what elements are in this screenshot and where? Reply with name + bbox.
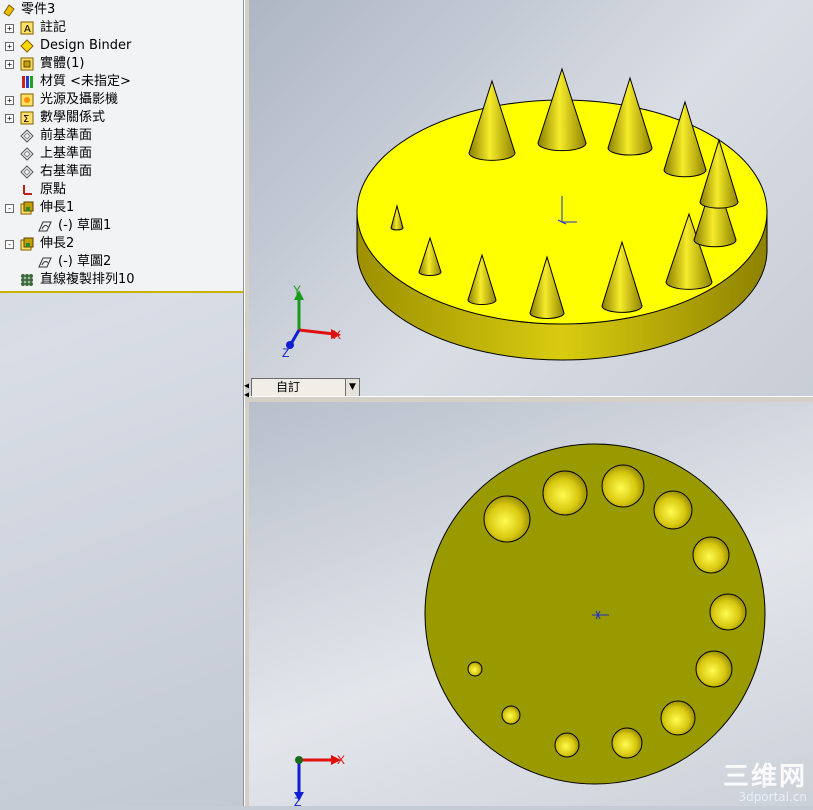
plane-icon bbox=[20, 165, 34, 179]
view-triad: Y X Z bbox=[282, 283, 341, 360]
bottom-view-model: X Z bbox=[294, 443, 766, 809]
design-binder-icon bbox=[20, 39, 34, 53]
cone-base bbox=[660, 700, 696, 736]
sketch-icon bbox=[38, 219, 52, 233]
plane-icon bbox=[20, 147, 34, 161]
tree-item[interactable]: 零件3 bbox=[0, 1, 240, 19]
tree-item[interactable]: (-) 草圖1 bbox=[0, 217, 240, 235]
tree-item[interactable]: 直線複製排列10 bbox=[0, 271, 240, 289]
tree-item-label: 材質 <未指定> bbox=[40, 74, 131, 89]
tree-item[interactable]: - 伸長1 bbox=[0, 199, 240, 217]
watermark-sub: 3dportal.cn bbox=[738, 790, 807, 804]
cone-base bbox=[501, 705, 521, 725]
svg-text:A: A bbox=[24, 24, 31, 35]
tree-item-label: (-) 草圖2 bbox=[58, 254, 112, 269]
cone-base bbox=[601, 464, 645, 508]
viewport-bottom[interactable]: X Z bbox=[249, 402, 813, 809]
view-orientation-select[interactable]: 自訂 ▼ bbox=[251, 378, 360, 397]
part-icon bbox=[2, 3, 16, 17]
extrude-icon bbox=[20, 237, 34, 251]
cone-base bbox=[692, 536, 730, 574]
tree-item[interactable]: + Σ 數學關係式 bbox=[0, 109, 240, 127]
tree-item-label: 零件3 bbox=[21, 2, 56, 17]
tree-item-label: 註記 bbox=[40, 20, 67, 35]
cone-base bbox=[653, 490, 693, 530]
equations-icon: Σ bbox=[20, 111, 34, 125]
cone-base bbox=[611, 727, 643, 759]
collapse-icon[interactable]: - bbox=[5, 240, 14, 249]
material-icon bbox=[20, 75, 34, 89]
expand-icon[interactable]: + bbox=[5, 96, 14, 105]
plane-icon bbox=[20, 129, 34, 143]
dropdown-arrow-icon[interactable]: ▼ bbox=[345, 379, 359, 396]
origin-icon bbox=[20, 183, 34, 197]
tree-item-label: 數學關係式 bbox=[40, 110, 106, 125]
watermark-main: 三维网 bbox=[722, 762, 807, 792]
tree-item-label: 右基準面 bbox=[40, 164, 93, 179]
view-triad: X Z bbox=[294, 753, 345, 809]
tree-item[interactable]: + Design Binder bbox=[0, 37, 240, 55]
linear-pattern-icon bbox=[20, 273, 34, 287]
lights-cameras-icon bbox=[20, 93, 34, 107]
svg-text:Z: Z bbox=[282, 346, 289, 360]
cone-base bbox=[554, 732, 580, 758]
extrude-icon bbox=[20, 201, 34, 215]
viewport-isometric[interactable]: Y X Z bbox=[249, 0, 813, 396]
tree-item[interactable]: 原點 bbox=[0, 181, 240, 199]
isometric-model: Y X Z bbox=[282, 67, 768, 361]
feature-manager-tree: 零件3 + A 註記 + Design Binder + 實體(1) 材質 <未指定> + 光源及攝… bbox=[0, 0, 244, 806]
watermark: 三维网 3dportal.cn bbox=[723, 763, 807, 804]
tree-item-label: 前基準面 bbox=[40, 128, 93, 143]
cone-base bbox=[483, 495, 531, 543]
tree-item[interactable]: (-) 草圖2 bbox=[0, 253, 240, 271]
solid-bodies-icon bbox=[20, 57, 34, 71]
svg-text:Σ: Σ bbox=[23, 114, 29, 125]
view-orientation-value: 自訂 bbox=[276, 380, 301, 394]
cone-base bbox=[467, 661, 483, 677]
expand-icon[interactable]: + bbox=[5, 60, 14, 69]
cone-base bbox=[709, 593, 747, 631]
tree-item[interactable]: 上基準面 bbox=[0, 145, 240, 163]
expand-icon[interactable]: + bbox=[5, 42, 14, 51]
tree-item-label: 上基準面 bbox=[40, 146, 93, 161]
svg-text:X: X bbox=[333, 328, 341, 342]
sketch-icon bbox=[38, 255, 52, 269]
cone-base bbox=[542, 470, 588, 516]
svg-text:Z: Z bbox=[294, 795, 301, 806]
tree-item-label: 光源及攝影機 bbox=[40, 92, 119, 107]
tree-item[interactable]: 前基準面 bbox=[0, 127, 240, 145]
tree-item-label: 原點 bbox=[40, 182, 67, 197]
tree-item-label: Design Binder bbox=[40, 38, 132, 53]
collapse-icon[interactable]: - bbox=[5, 204, 14, 213]
svg-text:Y: Y bbox=[293, 283, 301, 297]
tree-item[interactable]: + A 註記 bbox=[0, 19, 240, 37]
tree-item-label: 伸長2 bbox=[40, 236, 75, 251]
expand-icon[interactable]: + bbox=[5, 114, 14, 123]
tree-item[interactable]: + 實體(1) bbox=[0, 55, 240, 73]
tree-item-label: 伸長1 bbox=[40, 200, 75, 215]
expand-icon[interactable]: + bbox=[5, 24, 14, 33]
tree-item-label: (-) 草圖1 bbox=[58, 218, 112, 233]
tree-item-label: 直線複製排列10 bbox=[40, 272, 135, 287]
annotation-icon: A bbox=[20, 21, 34, 35]
tree-item[interactable]: - 伸長2 bbox=[0, 235, 240, 253]
svg-text:X: X bbox=[337, 753, 345, 767]
tree-item[interactable]: 材質 <未指定> bbox=[0, 73, 240, 91]
tree-item-label: 實體(1) bbox=[40, 56, 85, 71]
cone-base bbox=[695, 650, 733, 688]
tree-item[interactable]: 右基準面 bbox=[0, 163, 240, 181]
tree-item[interactable]: + 光源及攝影機 bbox=[0, 91, 240, 109]
rollback-bar[interactable] bbox=[0, 291, 243, 293]
